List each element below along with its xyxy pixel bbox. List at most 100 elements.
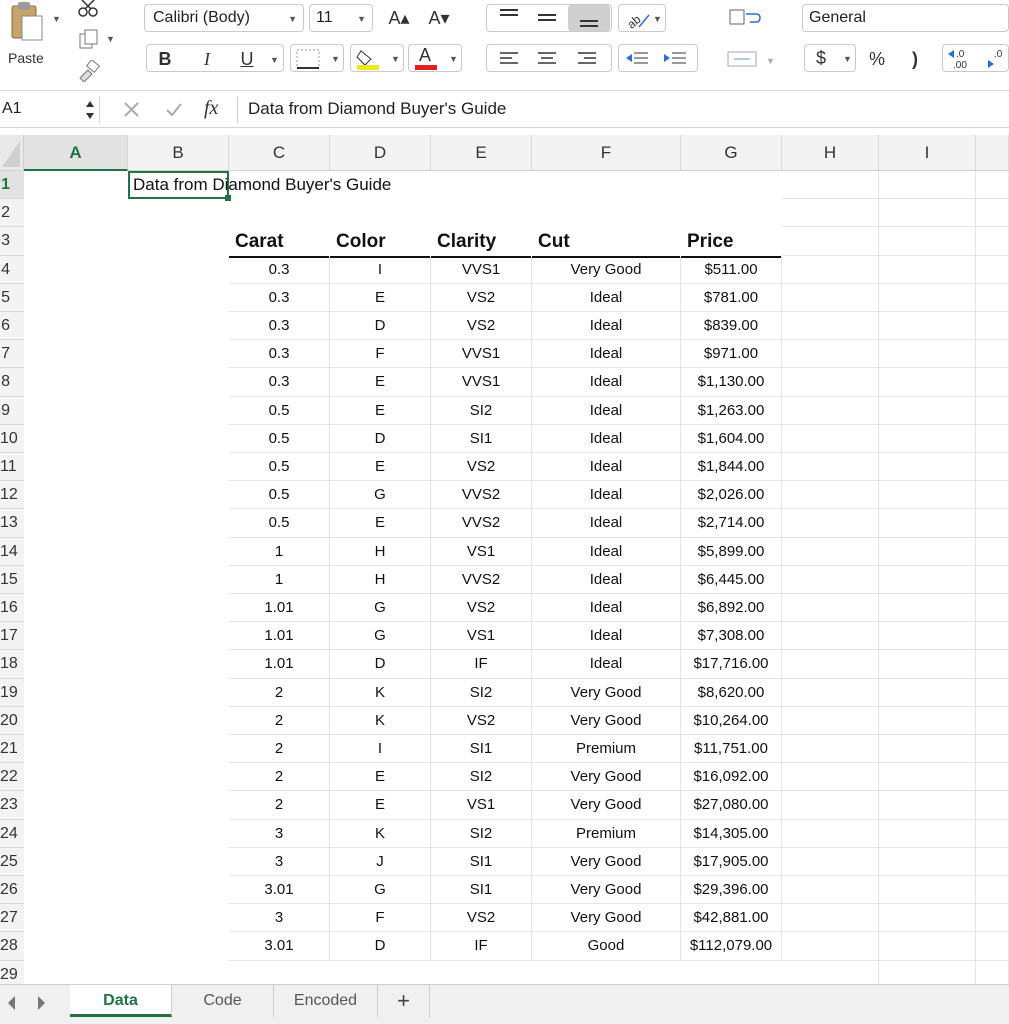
row-header-21[interactable]: 21 [0, 735, 24, 764]
table-cell[interactable]: 1 [229, 537, 330, 566]
table-cell[interactable]: 0.5 [229, 453, 330, 482]
table-cell[interactable]: D [330, 650, 431, 679]
table-cell[interactable]: Ideal [532, 424, 681, 453]
fill-handle[interactable] [225, 195, 231, 202]
table-cell[interactable]: K [330, 706, 431, 735]
table-cell[interactable]: Premium [532, 735, 681, 764]
table-cell[interactable]: $1,130.00 [681, 368, 782, 397]
worksheet-grid[interactable]: A B C D E F G H I 1 2 3 4 5 6 7 8 9 10 11 12 13 14 15 16 17 18 19 20… [0, 135, 1009, 989]
table-cell[interactable]: 0.3 [229, 255, 330, 284]
table-cell[interactable]: 3 [229, 819, 330, 848]
table-cell[interactable]: J [330, 847, 431, 876]
table-cell[interactable]: 3.01 [229, 876, 330, 905]
decrease-indent-icon[interactable] [622, 48, 652, 70]
table-cell[interactable]: F [330, 904, 431, 933]
table-cell[interactable]: Ideal [532, 368, 681, 397]
table-cell[interactable]: Ideal [532, 650, 681, 679]
table-cell[interactable]: Ideal [532, 340, 681, 369]
table-cell[interactable]: Premium [532, 819, 681, 848]
italic-button[interactable]: I [190, 45, 224, 73]
table-cell[interactable]: E [330, 283, 431, 312]
table-cell[interactable]: $2,714.00 [681, 509, 782, 538]
font-color-button[interactable]: A ▼ [408, 44, 462, 72]
table-cell[interactable]: $6,892.00 [681, 594, 782, 623]
column-header-g[interactable]: G [681, 135, 782, 171]
table-cell[interactable]: VS1 [431, 622, 532, 651]
table-cell[interactable]: VVS1 [431, 255, 532, 284]
enter-check-icon[interactable] [164, 100, 184, 120]
name-box-stepper-icon[interactable] [84, 98, 96, 122]
row-header-2[interactable]: 2 [0, 199, 24, 228]
row-header-8[interactable]: 8 [0, 368, 24, 397]
table-cell[interactable]: $112,079.00 [681, 932, 782, 961]
table-cell[interactable]: VS1 [431, 537, 532, 566]
align-top-icon[interactable] [494, 6, 524, 28]
tab-encoded[interactable]: Encoded [274, 985, 378, 1017]
increase-indent-icon[interactable] [660, 48, 690, 70]
table-cell[interactable]: H [330, 565, 431, 594]
copy-dropdown-icon[interactable]: ▼ [106, 34, 115, 44]
table-cell[interactable]: Very Good [532, 876, 681, 905]
row-header-27[interactable]: 27 [0, 904, 24, 933]
table-cell[interactable]: SI1 [431, 424, 532, 453]
table-cell[interactable]: $8,620.00 [681, 678, 782, 707]
table-cell[interactable]: SI2 [431, 678, 532, 707]
table-cell[interactable]: Ideal [532, 537, 681, 566]
column-header-a[interactable]: A [24, 135, 128, 171]
table-cell[interactable]: 2 [229, 706, 330, 735]
table-cell[interactable]: SI1 [431, 876, 532, 905]
table-cell[interactable]: $10,264.00 [681, 706, 782, 735]
row-header-19[interactable]: 19 [0, 678, 24, 707]
table-cell[interactable]: E [330, 453, 431, 482]
table-cell[interactable]: I [330, 255, 431, 284]
table-cell[interactable]: $17,905.00 [681, 847, 782, 876]
grow-font-button[interactable]: A▴ [384, 4, 414, 32]
table-cell[interactable]: 1.01 [229, 650, 330, 679]
next-sheet-icon[interactable] [34, 993, 50, 1013]
table-cell[interactable]: Very Good [532, 678, 681, 707]
column-header-h[interactable]: H [782, 135, 879, 171]
font-size-select[interactable]: 11 ▼ [309, 4, 373, 32]
table-cell[interactable]: VS2 [431, 706, 532, 735]
row-header-14[interactable]: 14 [0, 537, 24, 566]
shrink-font-button[interactable]: A▾ [424, 4, 454, 32]
table-cell[interactable]: $42,881.00 [681, 904, 782, 933]
table-cell[interactable]: Ideal [532, 312, 681, 341]
fx-icon[interactable]: fx [204, 97, 218, 120]
table-cell[interactable]: VVS2 [431, 565, 532, 594]
row-header-5[interactable]: 5 [0, 283, 24, 312]
table-cell[interactable]: 1.01 [229, 594, 330, 623]
row-header-22[interactable]: 22 [0, 763, 24, 792]
add-sheet-button[interactable]: + [378, 985, 430, 1017]
row-header-13[interactable]: 13 [0, 509, 24, 538]
table-cell[interactable]: VS2 [431, 594, 532, 623]
table-cell[interactable]: Very Good [532, 791, 681, 820]
row-header-26[interactable]: 26 [0, 876, 24, 905]
table-cell[interactable]: $29,396.00 [681, 876, 782, 905]
align-middle-icon[interactable] [532, 6, 562, 28]
column-header-f[interactable]: F [532, 135, 681, 171]
table-cell[interactable]: $971.00 [681, 340, 782, 369]
table-cell[interactable]: 0.3 [229, 368, 330, 397]
table-cell[interactable]: SI1 [431, 847, 532, 876]
table-cell[interactable]: Ideal [532, 481, 681, 510]
table-cell[interactable]: SI2 [431, 396, 532, 425]
table-cell[interactable]: Very Good [532, 847, 681, 876]
table-cell[interactable]: K [330, 819, 431, 848]
wrap-text-icon[interactable] [726, 6, 762, 30]
formula-input[interactable]: Data from Diamond Buyer's Guide [248, 99, 506, 119]
table-cell[interactable]: IF [431, 650, 532, 679]
table-cell[interactable]: G [330, 594, 431, 623]
column-header-i[interactable]: I [879, 135, 976, 171]
table-cell[interactable]: SI2 [431, 763, 532, 792]
row-header-7[interactable]: 7 [0, 340, 24, 369]
cut-icon[interactable] [78, 0, 98, 18]
underline-dropdown-icon[interactable]: ▼ [270, 55, 279, 65]
row-header-16[interactable]: 16 [0, 594, 24, 623]
row-header-23[interactable]: 23 [0, 791, 24, 820]
table-cell[interactable]: $27,080.00 [681, 791, 782, 820]
table-cell[interactable]: Very Good [532, 255, 681, 284]
select-all-corner[interactable] [0, 135, 24, 171]
table-cell[interactable]: D [330, 424, 431, 453]
table-cell[interactable]: 1.01 [229, 622, 330, 651]
